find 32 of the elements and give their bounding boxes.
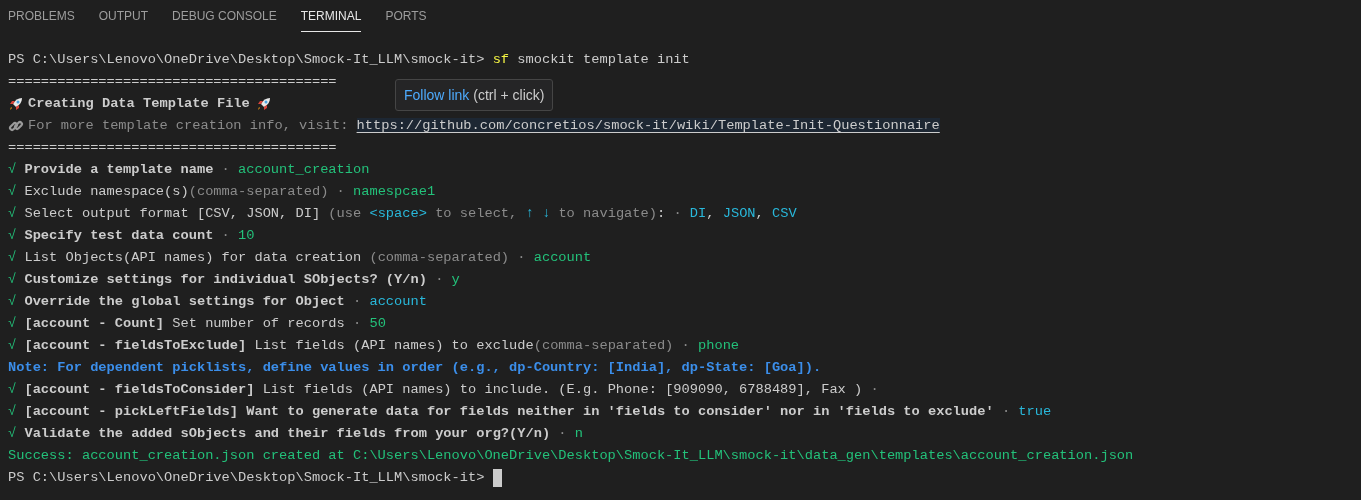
text-cursor bbox=[492, 469, 502, 487]
panel-tab[interactable]: OUTPUT bbox=[98, 0, 149, 32]
rocket-icon bbox=[8, 96, 24, 112]
terminal-line: Note: For dependent picklists, define values in order (e.g., dp-Country: [India], dp-State: [Goa]). bbox=[8, 359, 822, 377]
panel-tab[interactable]: TERMINAL bbox=[300, 0, 362, 32]
terminal-line: √ [account - Count] Set number of records · 50 bbox=[8, 315, 386, 333]
terminal-line: √ Provide a template name · account_creation bbox=[8, 161, 370, 179]
terminal-line: √ Exclude namespace(s)(comma-separated) · namespcae1 bbox=[8, 183, 436, 201]
tooltip-hint: (ctrl + click) bbox=[472, 85, 545, 105]
terminal-line: √ Select output format [CSV, JSON, DI] (use <space> to select, ↑ ↓ to navigate): · DI, JSON, CSV bbox=[8, 205, 797, 223]
terminal-line: √ Customize settings for individual SObjects? (Y/n) · y bbox=[8, 271, 460, 289]
terminal-line: PS C:\Users\Lenovo\OneDrive\Desktop\Smock-It_LLM\smock-it> bbox=[8, 469, 486, 487]
terminal-line: √ [account - pickLeftFields] Want to generate data for fields neither in 'fields to consider' nor in 'fields to exclude' · true bbox=[8, 403, 1052, 421]
terminal-line: √ Override the global settings for Object · account bbox=[8, 293, 427, 311]
terminal-line: √ Validate the added sObjects and their fields from your org?(Y/n) · n bbox=[8, 425, 583, 443]
terminal-line: PS C:\Users\Lenovo\OneDrive\Desktop\Smock-It_LLM\smock-it> sf smockit template init bbox=[8, 51, 690, 69]
panel-tab[interactable]: DEBUG CONSOLE bbox=[172, 0, 277, 32]
terminal-line: √ Specify test data count · 10 bbox=[8, 227, 255, 245]
terminal-line: For more template creation info, visit: https://github.com/concretios/smock-it/wiki/Template-Init-Questionnaire bbox=[28, 117, 940, 135]
terminal-line: √ [account - fieldsToExclude] List fields (API names) to exclude(comma-separated) · phone bbox=[8, 337, 740, 355]
link-icon bbox=[8, 118, 24, 134]
terminal-line: Success: account_creation.json created at C:\Users\Lenovo\OneDrive\Desktop\Smock-It_LLM\smock-it\data_gen\templates\account_creation.json bbox=[8, 447, 1134, 465]
panel-tab[interactable]: PROBLEMS bbox=[8, 0, 75, 32]
terminal-line: ======================================== bbox=[8, 73, 337, 91]
follow-link[interactable]: Follow link bbox=[404, 84, 470, 106]
terminal-line: √ List Objects(API names) for data creation (comma-separated) · account bbox=[8, 249, 592, 267]
panel-tab[interactable]: PORTS bbox=[385, 0, 427, 32]
terminal-line: Creating Data Template File bbox=[28, 95, 250, 113]
terminal-line: ======================================== bbox=[8, 139, 337, 157]
terminal-line: √ [account - fieldsToConsider] List fields (API names) to include. (E.g. Phone: [909090, 6788489], Fax ) · bbox=[8, 381, 879, 399]
url-link[interactable]: https://github.com/concretios/smock-it/wiki/Template-Init-Questionnaire bbox=[356, 118, 940, 133]
rocket-icon bbox=[255, 96, 272, 112]
